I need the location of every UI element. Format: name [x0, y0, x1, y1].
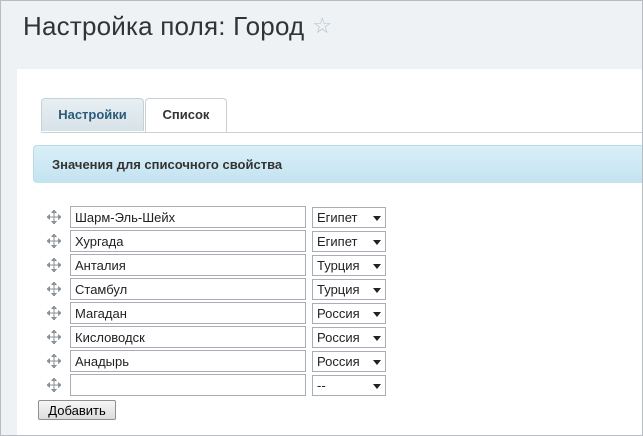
drag-handle-icon[interactable]	[47, 306, 61, 320]
add-button[interactable]: Добавить	[38, 400, 116, 420]
drag-handle-icon[interactable]	[47, 282, 61, 296]
content-panel: Настройки Список Значения для списочного…	[17, 69, 642, 435]
drag-handle-icon[interactable]	[47, 378, 61, 392]
chevron-down-icon	[373, 336, 381, 341]
country-select-value: Египет	[317, 234, 357, 249]
list-item: Турция	[17, 254, 417, 278]
section-header: Значения для списочного свойства	[33, 145, 642, 183]
chevron-down-icon	[373, 360, 381, 365]
country-select-value: --	[317, 378, 326, 393]
page-title: Настройка поля: Город ☆	[23, 11, 332, 42]
list-item: Россия	[17, 350, 417, 374]
country-select-value: Россия	[317, 306, 360, 321]
city-input[interactable]	[70, 326, 306, 348]
city-input[interactable]	[70, 278, 306, 300]
chevron-down-icon	[373, 240, 381, 245]
tab-list[interactable]: Список	[145, 98, 227, 132]
country-select[interactable]: Россия	[312, 303, 386, 324]
list-item: --	[17, 374, 417, 398]
country-select[interactable]: Россия	[312, 327, 386, 348]
country-select-value: Турция	[317, 258, 360, 273]
window-frame: Настройка поля: Город ☆ Настройки Список …	[0, 0, 643, 436]
drag-handle-icon[interactable]	[47, 210, 61, 224]
country-select-value: Россия	[317, 354, 360, 369]
star-outline-icon[interactable]: ☆	[312, 13, 332, 39]
country-select-value: Турция	[317, 282, 360, 297]
chevron-down-icon	[373, 264, 381, 269]
chevron-down-icon	[373, 216, 381, 221]
chevron-down-icon	[373, 312, 381, 317]
list-item: Египет	[17, 206, 417, 230]
country-select[interactable]: Турция	[312, 279, 386, 300]
list-item: Турция	[17, 278, 417, 302]
country-select[interactable]: Египет	[312, 207, 386, 228]
country-select-value: Египет	[317, 210, 357, 225]
city-input[interactable]	[70, 374, 306, 396]
list-item: Египет	[17, 230, 417, 254]
drag-handle-icon[interactable]	[47, 258, 61, 272]
drag-handle-icon[interactable]	[47, 354, 61, 368]
country-select[interactable]: --	[312, 375, 386, 396]
city-input[interactable]	[70, 230, 306, 252]
city-input[interactable]	[70, 206, 306, 228]
country-select-value: Россия	[317, 330, 360, 345]
tab-settings[interactable]: Настройки	[41, 98, 144, 131]
country-select[interactable]: Россия	[312, 351, 386, 372]
city-input[interactable]	[70, 302, 306, 324]
country-select[interactable]: Египет	[312, 231, 386, 252]
chevron-down-icon	[373, 288, 381, 293]
list-item: Россия	[17, 302, 417, 326]
city-input[interactable]	[70, 350, 306, 372]
chevron-down-icon	[373, 384, 381, 389]
tab-bar: Настройки Список	[41, 98, 642, 133]
country-select[interactable]: Турция	[312, 255, 386, 276]
drag-handle-icon[interactable]	[47, 330, 61, 344]
page-title-text: Настройка поля: Город	[23, 11, 304, 41]
drag-handle-icon[interactable]	[47, 234, 61, 248]
list-item: Россия	[17, 326, 417, 350]
city-input[interactable]	[70, 254, 306, 276]
